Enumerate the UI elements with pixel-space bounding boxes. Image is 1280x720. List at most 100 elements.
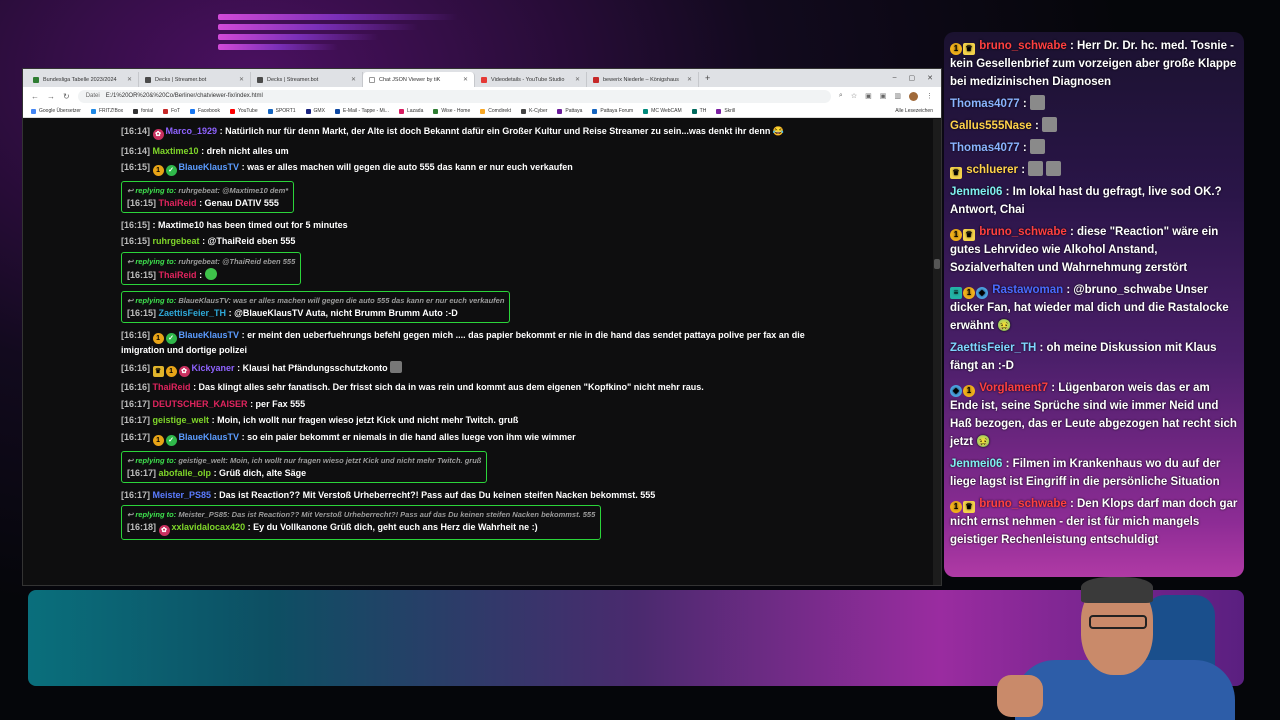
maximize-icon[interactable]: ▢ <box>909 74 916 82</box>
bookmark-item[interactable]: SPORT1 <box>267 108 296 114</box>
reply-wrapper: ↩ replying to: ruhrgebeat: @ThaiReid ebe… <box>121 251 933 291</box>
reload-icon[interactable]: ↻ <box>63 92 70 101</box>
chat-message: [16:17] Meister_PS85 : Das ist Reaction?… <box>121 489 841 501</box>
bookmark-item[interactable]: YouTube <box>229 108 258 114</box>
url-field[interactable]: Datei E:/1%20OR%20&%20Co/Berliner/chatvi… <box>77 89 831 103</box>
zoom-icon[interactable]: ⌕ <box>839 92 843 101</box>
bookmark-item[interactable]: FoT <box>163 108 180 114</box>
tab-favicon-icon <box>481 76 487 83</box>
bookmark-item[interactable]: Comdirekt <box>480 108 511 114</box>
bookmark-label: Pattaya Forum <box>600 108 634 114</box>
scrollbar-thumb[interactable] <box>934 259 940 269</box>
flower-badge-icon: ✿ <box>158 525 170 537</box>
reply-label: replying to: <box>135 295 177 305</box>
close-icon[interactable]: ✕ <box>351 76 356 83</box>
message-timestamp: [16:17] <box>121 431 151 442</box>
crown-badge-icon: ♛ <box>152 365 164 377</box>
close-icon[interactable]: ✕ <box>575 76 580 83</box>
emote-icon <box>1028 161 1044 176</box>
tab-favicon-icon <box>369 76 375 83</box>
avatar[interactable] <box>909 91 918 101</box>
scrollbar[interactable] <box>933 119 941 585</box>
tab-title: Decks | Streamer.bot <box>155 76 207 83</box>
reply-box: ↩ replying to: geistige_welt: Moin, ich … <box>121 450 488 483</box>
chat-username[interactable]: BlaueKlausTV <box>179 162 240 172</box>
extension-icon[interactable]: ▣ <box>880 92 887 101</box>
sub-badge-icon: 1 <box>950 43 962 55</box>
verified-badge-icon: ✓ <box>165 165 177 177</box>
browser-tab[interactable]: Bundesliga Tabelle 2023/2024 ✕ <box>27 72 139 87</box>
forward-icon[interactable]: → <box>47 92 55 101</box>
extension-icon[interactable]: ▣ <box>865 92 872 101</box>
browser-tab[interactable]: Decks | Streamer.bot ✕ <box>251 72 363 87</box>
tab-favicon-icon <box>257 76 263 83</box>
overlay-chat-message: Thomas4077 : <box>950 139 1238 157</box>
star-icon[interactable]: ☆ <box>851 92 857 101</box>
chat-username[interactable]: geistige_welt <box>153 415 210 425</box>
window-close-icon[interactable]: ✕ <box>927 74 933 82</box>
bookmark-item[interactable]: E-Mail - Tappe - Mi... <box>334 108 389 114</box>
crown-badge-icon: ♛ <box>950 167 962 179</box>
tab-bar: Bundesliga Tabelle 2023/2024 ✕ Decks | Str… <box>23 69 941 87</box>
chat-username[interactable]: BlaueKlausTV <box>179 330 240 340</box>
tab-favicon-icon <box>145 76 151 83</box>
browser-tab[interactable]: bewerix Niederle – Königshaus ✕ <box>587 72 699 87</box>
chat-username[interactable]: Meister_PS85 <box>153 490 212 500</box>
reply-context: ↩ replying to: BlaueKlausTV: was er alle… <box>127 295 504 307</box>
bookmark-item[interactable]: TH <box>691 108 706 114</box>
glasses <box>1089 615 1147 629</box>
new-tab-button[interactable]: + <box>699 73 716 83</box>
bookmark-item[interactable]: Facebook <box>189 108 220 114</box>
chat-username[interactable]: xxlavidalocax420 <box>172 522 246 532</box>
reply-label: replying to: <box>135 510 177 520</box>
chat-username: Thomas4077 <box>950 98 1020 110</box>
chat-username: Rastawoman <box>992 284 1064 296</box>
chat-username: Thomas4077 <box>950 142 1020 154</box>
browser-tab[interactable]: Chat JSON Viewer by tiK ✕ <box>363 72 475 87</box>
chat-username[interactable]: abofalle_olp <box>159 468 212 478</box>
close-icon[interactable]: ✕ <box>463 76 468 83</box>
bookmark-item[interactable]: GMX <box>305 108 325 114</box>
bookmark-item[interactable]: K-Cyber <box>521 108 547 114</box>
chat-message: [16:17] 1 ✓ BlaueKlausTV : so ein paier be… <box>121 431 841 446</box>
chat-username[interactable]: ruhrgebeat <box>153 236 200 246</box>
chat-username: Jenmei06 <box>950 458 1003 470</box>
bookmark-item[interactable]: MC WebCAM <box>643 108 682 114</box>
chat-username[interactable]: Kickyaner <box>192 363 235 373</box>
close-icon[interactable]: ✕ <box>127 76 132 83</box>
emote-icon <box>1041 117 1057 132</box>
bookmark-item[interactable]: Skrill <box>716 108 735 114</box>
close-icon[interactable]: ✕ <box>239 76 244 83</box>
sub-badge-icon: 1 <box>152 434 164 446</box>
message-timestamp: [16:16] <box>121 382 151 393</box>
decor-bar <box>218 34 378 40</box>
chat-username[interactable]: Maxtime10 <box>153 146 199 156</box>
menu-icon[interactable]: ⋮ <box>926 92 933 101</box>
bookmark-item[interactable]: Lazada <box>398 108 423 114</box>
bookmark-item[interactable]: Pattaya <box>557 108 582 114</box>
back-icon[interactable]: ← <box>31 92 39 101</box>
chat-username[interactable]: BlaueKlausTV <box>179 432 240 442</box>
all-bookmarks-link[interactable]: Alle Lesezeichen <box>895 108 933 114</box>
close-icon[interactable]: ✕ <box>687 76 692 83</box>
browser-tab[interactable]: Decks | Streamer.bot ✕ <box>139 72 251 87</box>
chat-username[interactable]: ZaettisFeier_TH <box>159 308 227 318</box>
bookmark-item[interactable]: Pattaya Forum <box>592 108 633 114</box>
bookmark-item[interactable]: FRITZ!Box <box>90 108 123 114</box>
crown-badge-icon: ♛ <box>963 229 975 241</box>
sidebar-icon[interactable]: ▥ <box>894 92 901 101</box>
browser-tab[interactable]: Videodetails - YouTube Studio ✕ <box>475 72 587 87</box>
bookmark-item[interactable]: Google Übersetzer <box>31 108 81 114</box>
chat-username[interactable]: ThaiReid <box>159 198 197 208</box>
minimize-icon[interactable]: – <box>893 74 897 82</box>
window-controls: – ▢ ✕ <box>893 74 941 82</box>
message-text: : @ThaiReid eben 555 <box>202 236 296 247</box>
url-text: E:/1%20OR%20&%20Co/Berliner/chatviewer-f… <box>105 93 263 99</box>
chat-username[interactable]: ThaiReid <box>159 270 197 280</box>
bookmark-item[interactable]: Wise - Home <box>433 108 470 114</box>
chat-username[interactable]: DEUTSCHER_KAISER <box>153 399 248 409</box>
chat-username[interactable]: ThaiReid <box>153 382 191 392</box>
chat-username[interactable]: Marco_1929 <box>166 126 218 136</box>
bookmark-item[interactable]: fonial <box>133 108 153 114</box>
gem-badge-icon: ◆ <box>950 385 962 397</box>
